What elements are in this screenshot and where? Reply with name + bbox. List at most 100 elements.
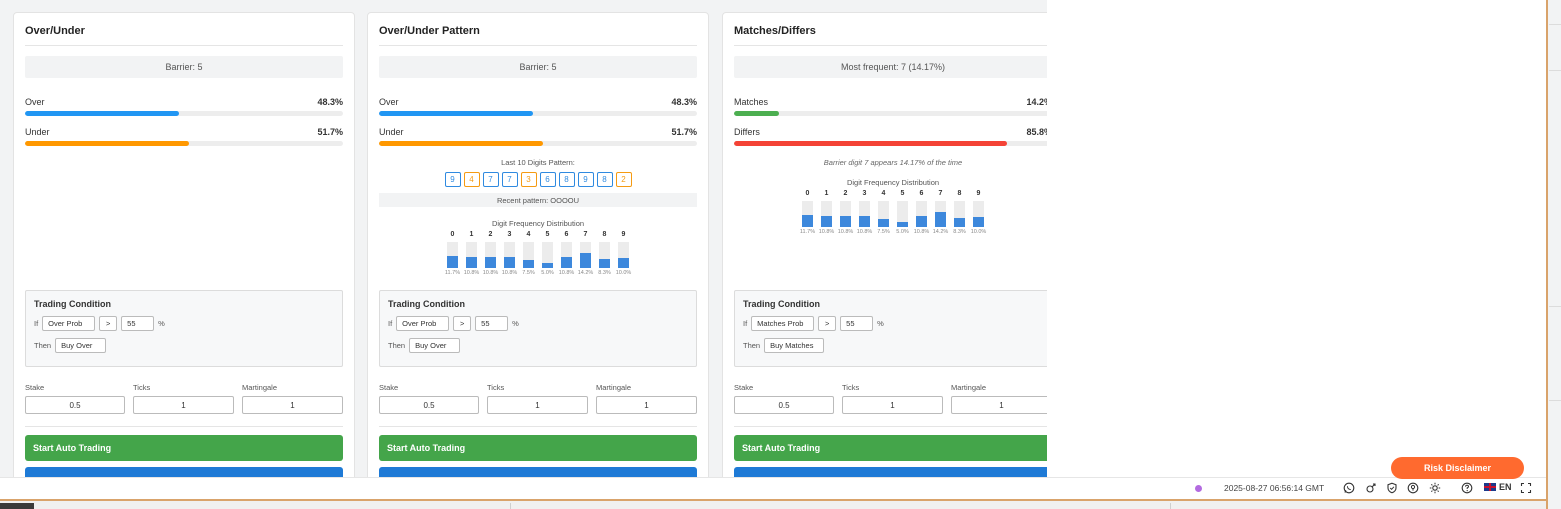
digit-label: 3 [507, 231, 512, 238]
start-auto-trading-button[interactable]: Start Auto Trading [379, 435, 697, 461]
secondary-action-button[interactable] [25, 467, 343, 477]
digit-label: 5 [545, 231, 550, 238]
digit-frequency-track [542, 242, 553, 268]
uk-flag-icon [1484, 483, 1496, 491]
digit-frequency-bar [916, 216, 927, 227]
trading-condition-box: Trading Condition If Over Prob > 55 % Th… [25, 290, 343, 367]
digit-frequency-bar [618, 258, 629, 268]
martingale-input[interactable]: 1 [242, 396, 343, 414]
empty-panel [1047, 0, 1547, 477]
threshold-input[interactable]: 55 [840, 316, 874, 331]
digit-frequency-track [580, 242, 591, 268]
over-bar-fill [379, 111, 533, 116]
operator-select[interactable]: > [818, 316, 837, 331]
start-auto-trading-button[interactable]: Start Auto Trading [25, 435, 343, 461]
digit-label: 0 [805, 190, 810, 197]
threshold-input[interactable]: 55 [121, 316, 155, 331]
language-code: EN [1499, 482, 1512, 492]
digit-label: 6 [564, 231, 569, 238]
action-select[interactable]: Buy Over [409, 338, 461, 353]
digit-column: 7 14.2% [578, 231, 594, 276]
stake-input[interactable]: 0.5 [25, 396, 125, 414]
shield-icon[interactable] [1385, 481, 1398, 494]
martingale-label: Martingale [596, 383, 632, 392]
digit-column: 3 10.8% [501, 231, 518, 276]
pattern-digit: 8 [596, 172, 613, 187]
signal-icon[interactable] [1364, 481, 1377, 494]
under-bar [25, 141, 343, 146]
pattern-digit: 6 [539, 172, 556, 187]
digit-frequency-bar [859, 216, 870, 227]
digit-percentage: 7.5% [877, 229, 890, 235]
martingale-input[interactable]: 1 [596, 396, 697, 414]
action-select[interactable]: Buy Over [55, 338, 107, 353]
divider [734, 426, 1047, 427]
matches-differs-card: Matches/Differs Most frequent: 7 (14.17%… [722, 12, 1047, 477]
then-label: Then [34, 341, 52, 350]
digit-percentage: 10.8% [856, 229, 873, 235]
risk-disclaimer-button[interactable]: Risk Disclaimer [1391, 457, 1524, 479]
responsible-trading-icon[interactable] [1406, 481, 1419, 494]
condition-then-row: Then Buy Over [388, 338, 461, 353]
secondary-action-button[interactable] [379, 467, 697, 477]
language-selector[interactable]: EN [1484, 482, 1512, 492]
ticks-input[interactable]: 1 [133, 396, 234, 414]
digit-percentage: 5.0% [896, 229, 909, 235]
start-auto-trading-button[interactable]: Start Auto Trading [734, 435, 1047, 461]
digit-percentage: 5.0% [541, 270, 554, 276]
digit-frequency-track [523, 242, 534, 268]
operator-select[interactable]: > [99, 316, 118, 331]
pattern-digit: 8 [558, 172, 575, 187]
stake-input[interactable]: 0.5 [734, 396, 834, 414]
martingale-input[interactable]: 1 [951, 396, 1047, 414]
digit-column: 0 11.7% [800, 190, 815, 235]
metric-select[interactable]: Matches Prob [751, 316, 815, 331]
top-strip [0, 0, 1047, 6]
brightness-icon[interactable] [1428, 481, 1441, 494]
recent-pattern: Recent pattern: OOOOU [379, 193, 697, 207]
digit-frequency-bar [878, 219, 889, 227]
digit-frequency-bar [504, 257, 515, 268]
under-bar-fill [379, 141, 544, 146]
card-title: Over/Under [25, 25, 85, 37]
matches-bar-fill [734, 111, 780, 116]
server-time: 2025-08-27 06:56:14 GMT [1224, 483, 1325, 493]
metric-select[interactable]: Over Prob [396, 316, 450, 331]
digit-percentage: 10.8% [913, 229, 930, 235]
digit-label: 8 [602, 231, 607, 238]
digit-percentage: 10.0% [615, 270, 632, 276]
divider [379, 45, 697, 46]
digit-percentage: 10.8% [501, 270, 518, 276]
condition-if-row: If Over Prob > 55 % [388, 316, 519, 331]
fullscreen-icon[interactable] [1519, 481, 1532, 494]
digit-label: 7 [938, 190, 943, 197]
help-icon[interactable] [1460, 481, 1473, 494]
digit-frequency-bar [485, 257, 496, 268]
digit-frequency-track [466, 242, 477, 268]
barrier-info: Barrier: 5 [379, 56, 697, 78]
digit-percentage: 10.8% [463, 270, 480, 276]
divider [379, 426, 697, 427]
ticks-input[interactable]: 1 [487, 396, 588, 414]
connection-status-dot [1195, 485, 1202, 492]
stake-input[interactable]: 0.5 [379, 396, 479, 414]
whatsapp-icon[interactable] [1342, 481, 1355, 494]
differs-bar-fill [734, 141, 1007, 146]
action-select[interactable]: Buy Matches [764, 338, 825, 353]
under-bar [379, 141, 697, 146]
distribution-title: Digit Frequency Distribution [846, 178, 940, 187]
ticks-input[interactable]: 1 [842, 396, 943, 414]
digit-frequency-bar [840, 216, 851, 227]
digit-frequency-bar [954, 218, 965, 227]
digit-percentage: 10.8% [482, 270, 499, 276]
threshold-input[interactable]: 55 [475, 316, 509, 331]
digit-frequency-bar [466, 257, 477, 268]
operator-select[interactable]: > [453, 316, 472, 331]
bottom-strip-segment [0, 503, 34, 509]
digit-frequency-track [447, 242, 458, 268]
secondary-action-button[interactable] [734, 467, 1047, 477]
digit-frequency-track [821, 201, 832, 227]
over-under-pattern-card: Over/Under Pattern Barrier: 5 Over 48.3%… [367, 12, 709, 477]
under-value: 51.7% [317, 127, 343, 137]
metric-select[interactable]: Over Prob [42, 316, 96, 331]
